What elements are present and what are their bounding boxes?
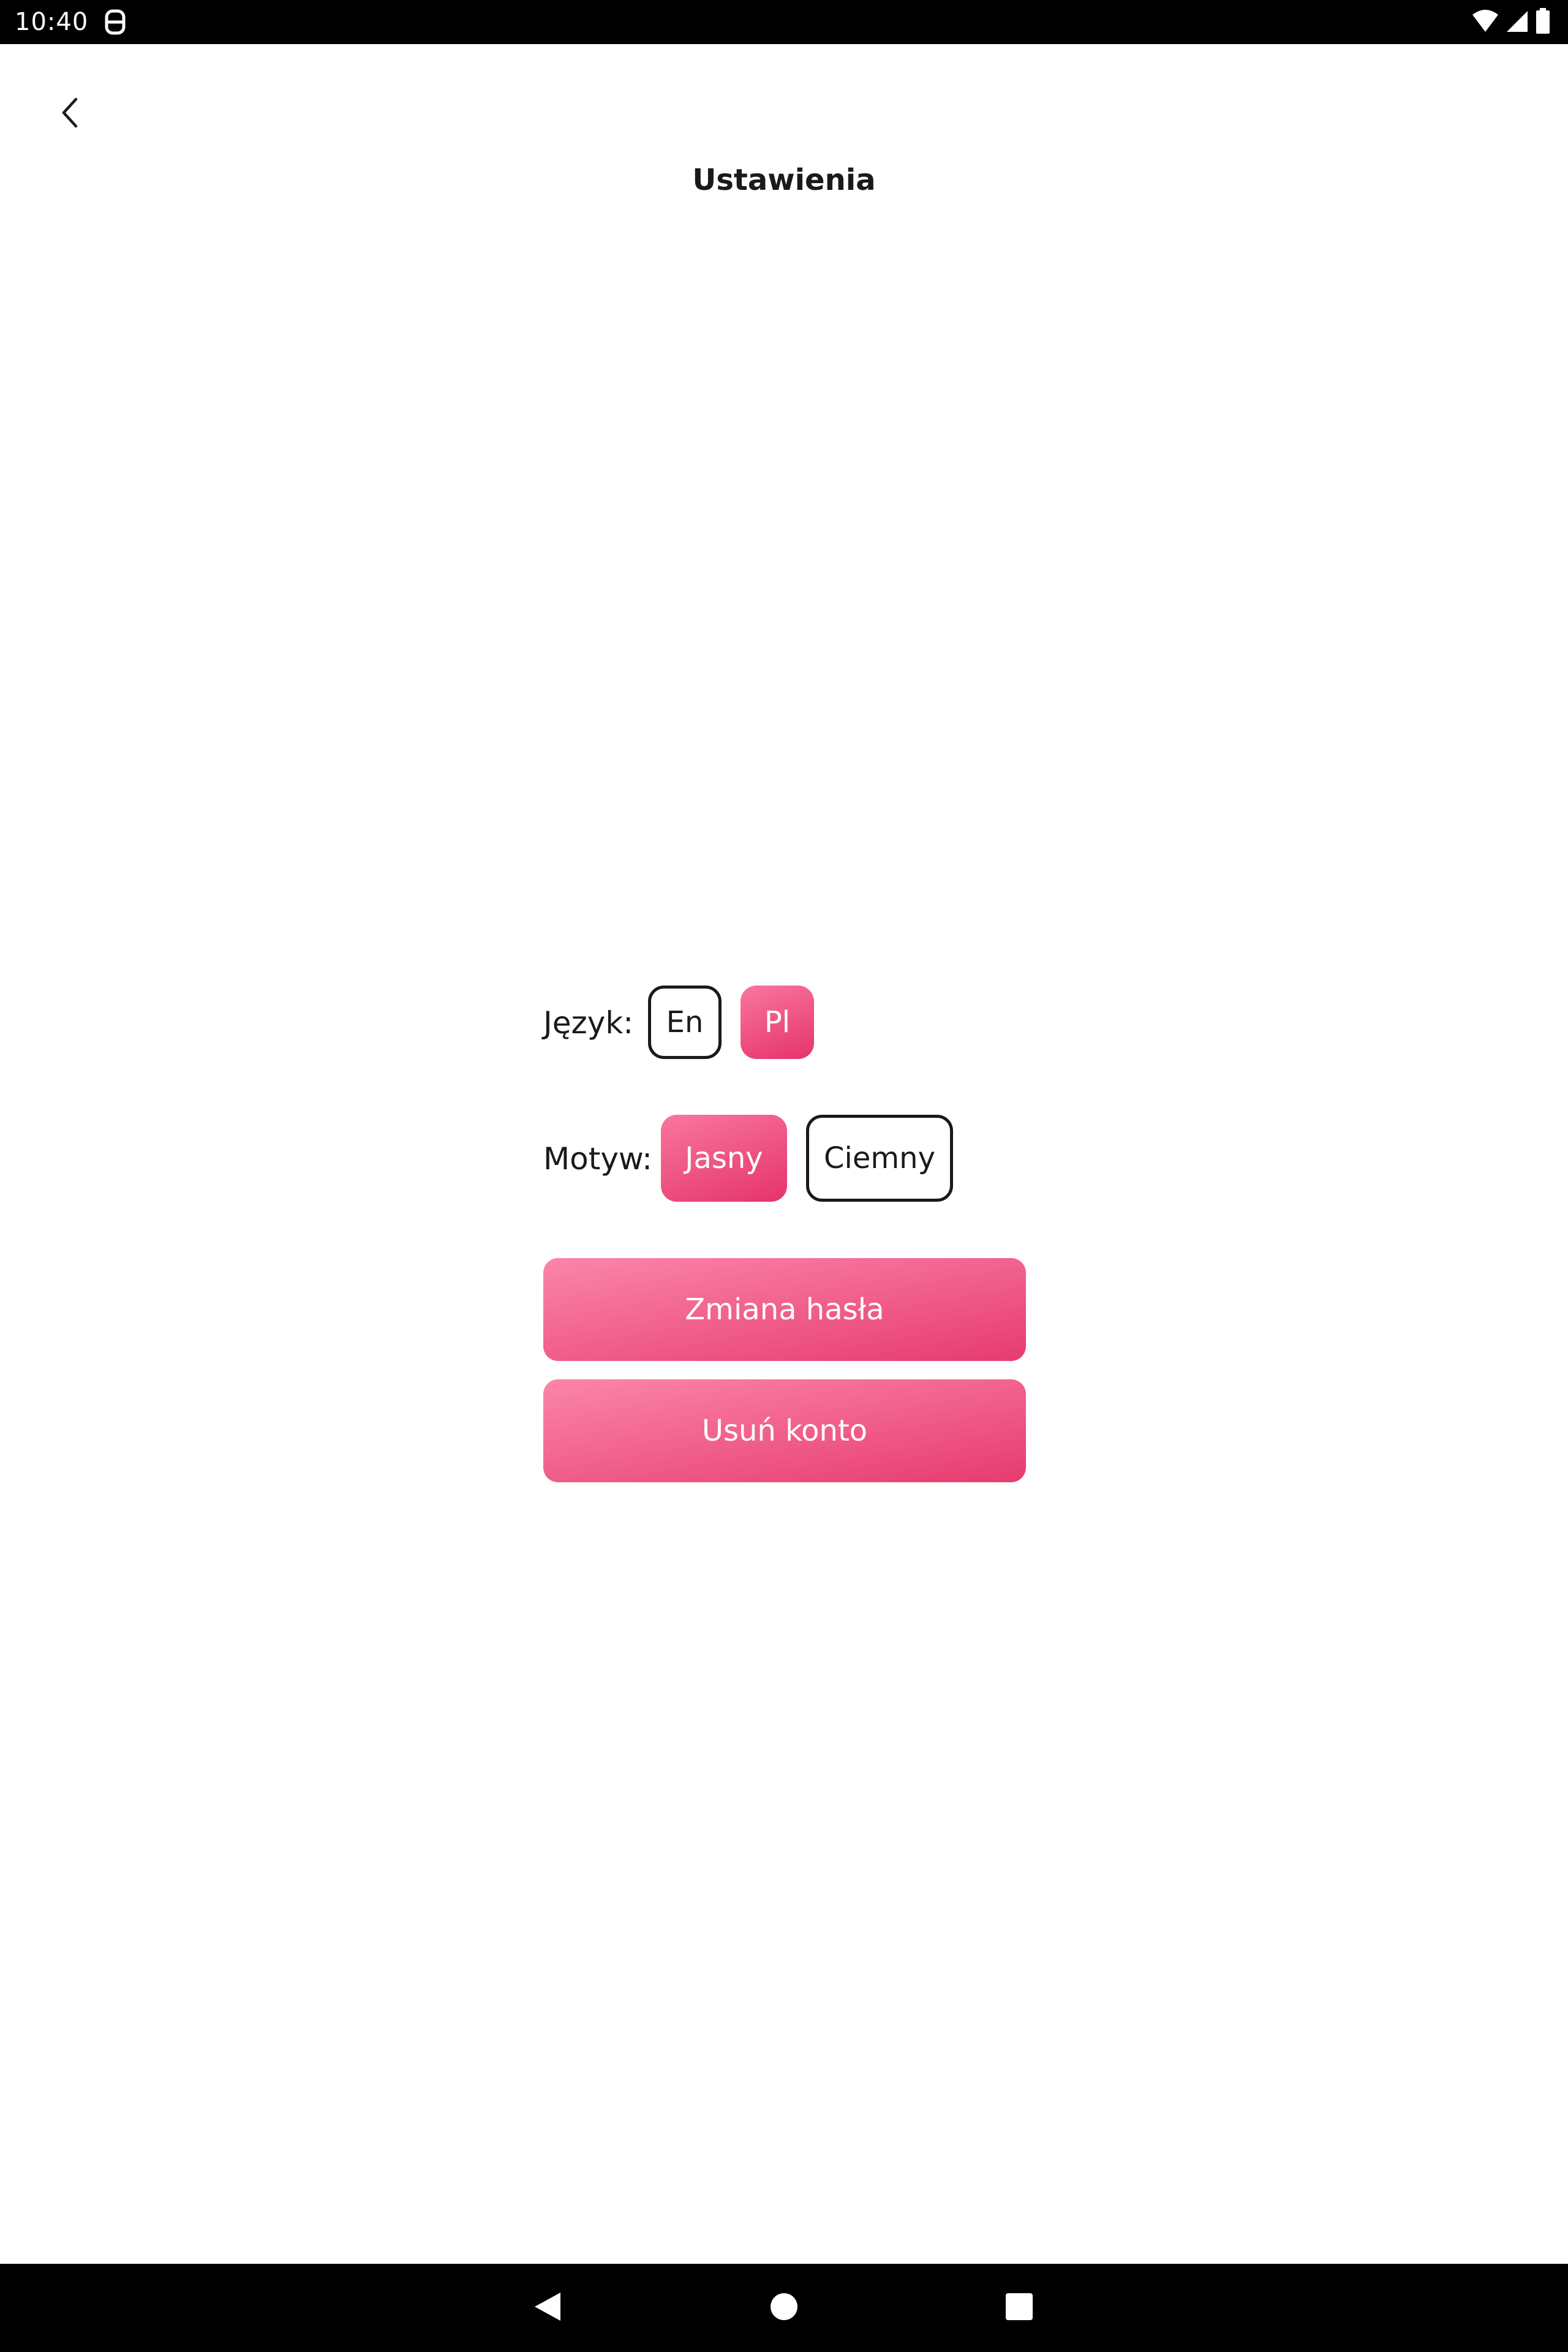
status-icons	[1471, 7, 1551, 37]
nav-recents-button[interactable]	[1000, 2288, 1039, 2328]
recents-square-icon	[1005, 2293, 1033, 2323]
nav-back-button[interactable]	[528, 2288, 567, 2328]
theme-option-light[interactable]: Jasny	[661, 1115, 787, 1202]
status-bar: 10:40	[0, 0, 1568, 44]
status-time: 10:40	[15, 8, 89, 36]
back-triangle-icon	[533, 2291, 562, 2324]
change-password-label: Zmiana hasła	[685, 1292, 884, 1327]
language-option-en-label: En	[666, 1005, 704, 1039]
theme-option-dark[interactable]: Ciemny	[806, 1115, 953, 1202]
theme-label: Motyw:	[543, 1141, 652, 1177]
theme-option-light-label: Jasny	[685, 1141, 763, 1175]
chevron-left-icon	[60, 97, 80, 131]
nav-home-button[interactable]	[764, 2288, 804, 2328]
notification-icon	[103, 9, 127, 36]
language-option-en[interactable]: En	[648, 986, 722, 1059]
delete-account-button[interactable]: Usuń konto	[543, 1379, 1026, 1482]
battery-icon	[1535, 8, 1551, 36]
language-label: Język:	[543, 1005, 634, 1041]
delete-account-label: Usuń konto	[701, 1414, 868, 1448]
theme-option-dark-label: Ciemny	[824, 1141, 935, 1175]
back-button[interactable]	[51, 92, 88, 136]
page-title: Ustawienia	[692, 163, 876, 197]
change-password-button[interactable]: Zmiana hasła	[543, 1258, 1026, 1361]
language-option-pl[interactable]: Pl	[741, 986, 814, 1059]
signal-icon	[1506, 9, 1529, 36]
navigation-bar	[0, 2264, 1568, 2352]
language-option-pl-label: Pl	[764, 1005, 791, 1039]
home-circle-icon	[769, 2292, 799, 2324]
wifi-icon	[1471, 9, 1499, 36]
